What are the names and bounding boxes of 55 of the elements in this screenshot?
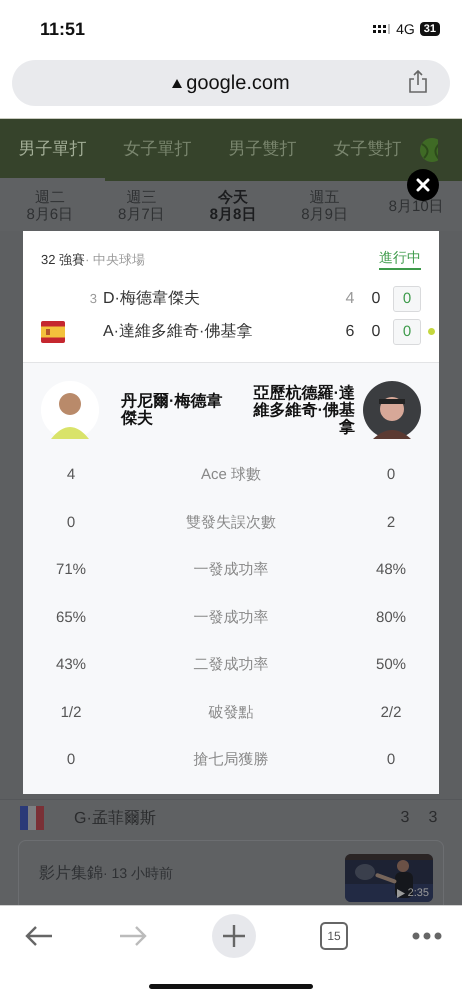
date-tab[interactable]: 今天 8月8日 [188,181,278,231]
stat-label: 破發點 [208,702,254,722]
set-score: 0 [370,322,382,340]
stat-value: 0 [386,466,396,484]
stat-value: 43% [54,656,88,674]
stat-label: 二發成功率 [192,655,270,674]
game-score: 0 [393,318,421,344]
stat-value: 0 [386,751,396,768]
seed-number: 3 [90,291,97,306]
video-duration: 2:35 [408,887,429,899]
stat-value: 0 [66,514,76,531]
share-icon[interactable] [408,70,428,94]
signal-icon [373,24,392,34]
stat-label: 一發成功率 [192,608,270,627]
player-name: A·達維多維奇·佛基拿 [103,322,254,342]
category-tab[interactable]: 女子單打 [105,119,210,181]
stat-value: 2/2 [380,704,402,721]
back-icon[interactable] [24,925,54,947]
stat-value: 80% [374,608,408,626]
game-score: 0 [393,286,421,312]
player-name: D·梅德韋傑夫 [103,288,201,309]
set-score: 6 [344,322,356,340]
set-score: 4 [344,290,356,308]
stat-value: 50% [374,656,408,674]
stat-value: 48% [374,561,408,578]
battery-icon: 31 [420,22,440,36]
flag-icon [20,806,44,830]
play-icon [396,888,405,898]
stat-label: 一發成功率 [192,560,270,580]
category-tab[interactable]: 女子雙打 [315,119,420,181]
player-avatar [363,381,421,439]
stat-value: 1/2 [60,704,82,721]
warning-icon [172,78,182,88]
status-time: 11:51 [40,18,86,40]
stat-value: 2 [386,514,396,531]
player-name: 丹尼爾·梅德韋傑夫 [120,393,224,427]
live-status: 進行中 [379,249,421,270]
stat-value: 71% [54,561,88,578]
stat-label: Ace 球數 [200,465,262,484]
player-name: 亞歷杭德羅·達維多維奇·佛基拿 [252,384,355,436]
stat-value: 65% [54,608,88,626]
stat-label: 搶七局獲勝 [192,750,270,770]
tab-count-button[interactable]: 15 [320,922,348,950]
player-avatar [41,381,99,439]
category-tab[interactable]: 男子雙打 [210,119,315,181]
address-bar[interactable]: google.com [12,60,450,106]
network-label: 4G [396,21,415,37]
stat-value: 4 [66,466,76,484]
close-icon [416,178,430,192]
stat-value: 0 [66,751,76,768]
stat-label: 雙發失誤次數 [185,512,277,532]
new-tab-icon[interactable] [212,914,256,958]
match-info: 32 強賽· 中央球場 [41,250,146,268]
set-score: 0 [370,290,382,308]
more-icon[interactable] [412,932,442,940]
